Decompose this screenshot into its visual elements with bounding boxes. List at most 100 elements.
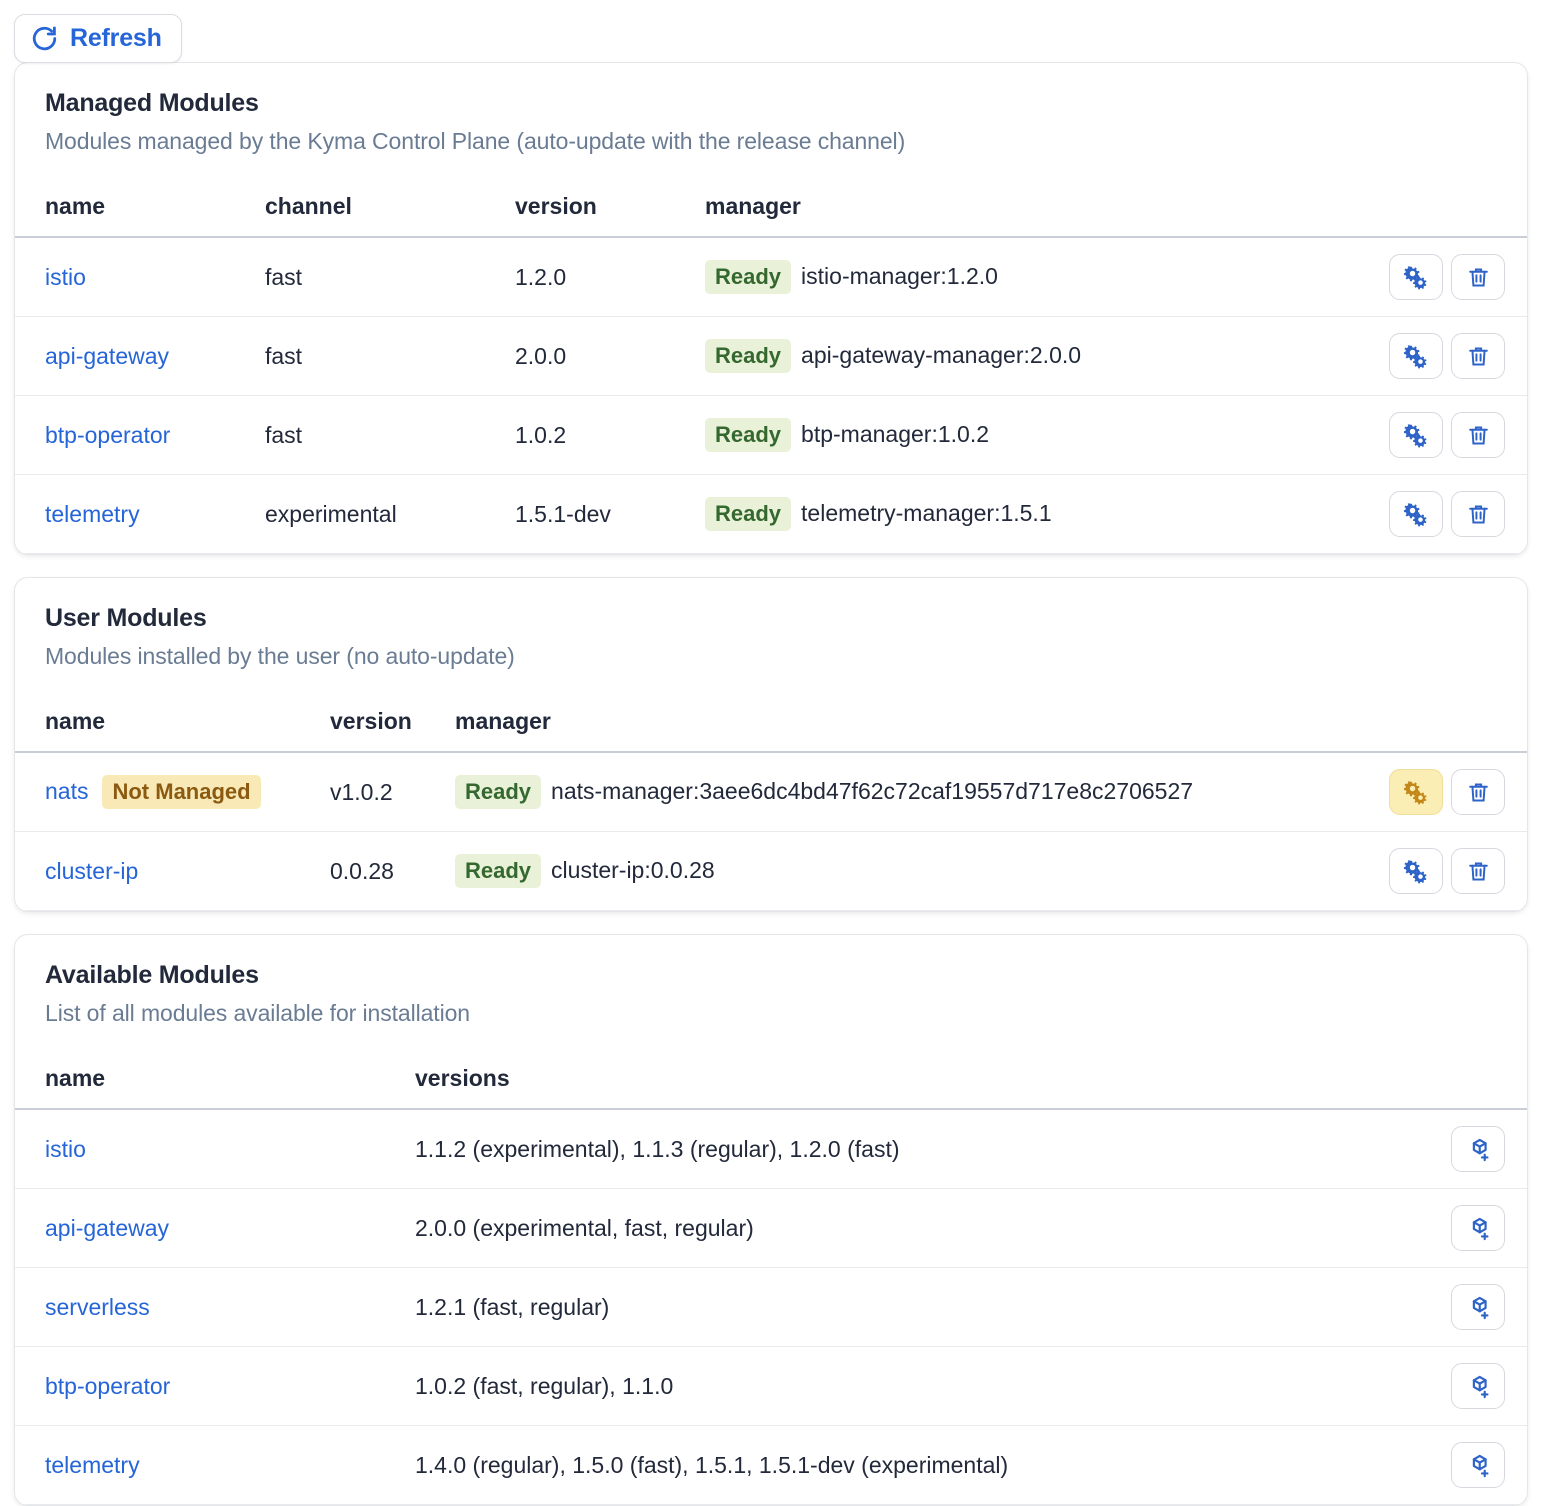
column-header-versions: versions — [415, 1031, 1407, 1110]
column-header-version: version — [330, 674, 455, 753]
delete-trash-icon — [1466, 344, 1491, 369]
status-badge: Ready — [455, 853, 542, 889]
settings-gears-icon — [1403, 501, 1429, 527]
module-channel: fast — [265, 237, 515, 317]
module-manager: cluster-ip:0.0.28 — [551, 857, 715, 884]
delete-trash-icon — [1466, 859, 1491, 884]
delete-button[interactable] — [1451, 333, 1505, 379]
add-module-button[interactable] — [1451, 1284, 1505, 1330]
delete-button[interactable] — [1451, 769, 1505, 815]
add-module-button[interactable] — [1451, 1126, 1505, 1172]
column-header-manager: manager — [455, 674, 1357, 753]
module-versions: 1.1.2 (experimental), 1.1.3 (regular), 1… — [415, 1109, 1407, 1189]
module-name-link[interactable]: nats — [45, 778, 88, 805]
available-modules-card: Available Modules List of all modules av… — [14, 934, 1528, 1506]
managed-modules-card: Managed Modules Modules managed by the K… — [14, 62, 1528, 555]
delete-button[interactable] — [1451, 254, 1505, 300]
column-header-actions — [1357, 674, 1527, 753]
module-version: 2.0.0 — [515, 316, 705, 396]
module-name-link[interactable]: btp-operator — [45, 422, 170, 448]
module-version: 1.2.0 — [515, 237, 705, 317]
settings-button[interactable] — [1389, 491, 1443, 537]
table-header-row: name versions — [15, 1031, 1527, 1110]
not-managed-badge: Not Managed — [102, 774, 261, 810]
toolbar: Refresh — [0, 0, 1542, 63]
module-versions: 2.0.0 (experimental, fast, regular) — [415, 1188, 1407, 1268]
module-name-link[interactable]: api-gateway — [45, 343, 169, 369]
settings-gears-icon — [1403, 343, 1429, 369]
module-versions: 1.2.1 (fast, regular) — [415, 1267, 1407, 1347]
table-row: btp-operator 1.0.2 (fast, regular), 1.1.… — [15, 1346, 1527, 1426]
column-header-name: name — [15, 674, 330, 753]
available-modules-header: Available Modules List of all modules av… — [15, 935, 1527, 1031]
module-channel: experimental — [265, 474, 515, 554]
add-module-icon — [1465, 1215, 1491, 1241]
settings-button[interactable] — [1389, 254, 1443, 300]
delete-trash-icon — [1466, 265, 1491, 290]
user-modules-subtitle: Modules installed by the user (no auto-u… — [45, 643, 515, 669]
refresh-button-label: Refresh — [70, 24, 162, 52]
module-versions: 1.0.2 (fast, regular), 1.1.0 — [415, 1346, 1407, 1426]
status-badge: Ready — [705, 338, 792, 374]
status-badge: Ready — [705, 496, 792, 532]
table-row: istio 1.1.2 (experimental), 1.1.3 (regul… — [15, 1109, 1527, 1189]
refresh-button[interactable]: Refresh — [14, 14, 182, 63]
module-manager: nats-manager:3aee6dc4bd47f62c72caf19557d… — [551, 778, 1194, 805]
add-module-button[interactable] — [1451, 1442, 1505, 1488]
settings-button[interactable] — [1389, 412, 1443, 458]
available-modules-title: Available Modules — [45, 961, 259, 989]
module-name-link[interactable]: serverless — [45, 1294, 150, 1320]
column-header-actions — [1407, 1031, 1527, 1110]
module-name-link[interactable]: cluster-ip — [45, 858, 138, 885]
table-row: api-gateway fast 2.0.0 Ready api-gateway-… — [15, 316, 1527, 396]
settings-gears-icon — [1403, 779, 1429, 805]
settings-button[interactable] — [1389, 848, 1443, 894]
table-row: telemetry 1.4.0 (regular), 1.5.0 (fast),… — [15, 1425, 1527, 1505]
module-version: v1.0.2 — [330, 752, 455, 832]
module-name-link[interactable]: telemetry — [45, 501, 140, 527]
delete-trash-icon — [1466, 502, 1491, 527]
module-name-link[interactable]: telemetry — [45, 1452, 140, 1478]
module-versions: 1.4.0 (regular), 1.5.0 (fast), 1.5.1, 1.… — [415, 1425, 1407, 1505]
delete-button[interactable] — [1451, 848, 1505, 894]
module-version: 1.5.1-dev — [515, 474, 705, 554]
column-header-version: version — [515, 159, 705, 238]
add-module-icon — [1465, 1294, 1491, 1320]
user-modules-header: User Modules Modules installed by the us… — [15, 578, 1527, 674]
module-name-link[interactable]: istio — [45, 1136, 86, 1162]
module-name-link[interactable]: btp-operator — [45, 1373, 170, 1399]
status-badge: Ready — [455, 774, 542, 810]
add-module-button[interactable] — [1451, 1205, 1505, 1251]
managed-modules-table: name channel version manager istio fast … — [15, 159, 1527, 554]
module-manager: istio-manager:1.2.0 — [801, 263, 998, 290]
settings-button[interactable] — [1389, 333, 1443, 379]
delete-button[interactable] — [1451, 412, 1505, 458]
add-module-button[interactable] — [1451, 1363, 1505, 1409]
column-header-name: name — [15, 1031, 415, 1110]
status-badge: Ready — [705, 259, 792, 295]
module-manager: telemetry-manager:1.5.1 — [801, 500, 1052, 527]
settings-gears-icon — [1403, 264, 1429, 290]
column-header-actions — [1357, 159, 1527, 238]
user-modules-title: User Modules — [45, 604, 207, 632]
table-row: serverless 1.2.1 (fast, regular) — [15, 1267, 1527, 1347]
module-name-link[interactable]: api-gateway — [45, 1215, 169, 1241]
table-row: btp-operator fast 1.0.2 Ready btp-manager… — [15, 395, 1527, 475]
column-header-manager: manager — [705, 159, 1357, 238]
user-modules-table: name version manager nats Not Managed v1.… — [15, 674, 1527, 911]
delete-button[interactable] — [1451, 491, 1505, 537]
table-row: istio fast 1.2.0 Ready istio-manager:1.2.… — [15, 237, 1527, 317]
managed-modules-subtitle: Modules managed by the Kyma Control Plan… — [45, 128, 906, 154]
module-version: 0.0.28 — [330, 831, 455, 911]
user-modules-card: User Modules Modules installed by the us… — [14, 577, 1528, 912]
module-name-link[interactable]: istio — [45, 264, 86, 290]
table-row: cluster-ip 0.0.28 Ready cluster-ip:0.0.28 — [15, 831, 1527, 911]
module-channel: fast — [265, 316, 515, 396]
column-header-name: name — [15, 159, 265, 238]
add-module-icon — [1465, 1373, 1491, 1399]
table-header-row: name version manager — [15, 674, 1527, 753]
settings-gears-icon — [1403, 422, 1429, 448]
add-module-icon — [1465, 1136, 1491, 1162]
settings-button[interactable] — [1389, 769, 1443, 815]
module-manager: btp-manager:1.0.2 — [801, 421, 989, 448]
